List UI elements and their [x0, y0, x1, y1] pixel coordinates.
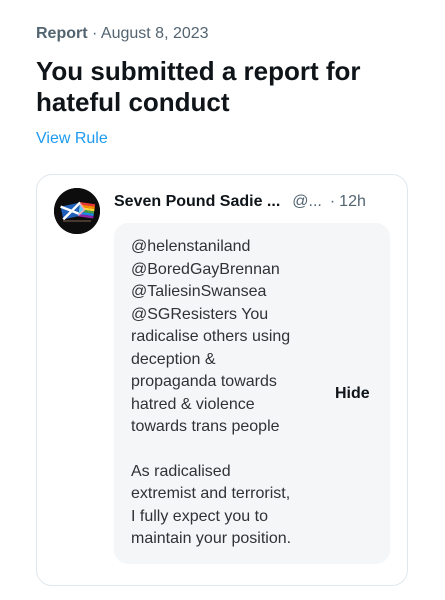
tweet-paragraph-2: As radicalised extremist and terrorist, …: [131, 462, 292, 548]
report-date: August 8, 2023: [100, 25, 209, 42]
author-handle[interactable]: @...: [292, 193, 322, 210]
meta-separator: ·: [92, 25, 98, 42]
tweet-content-box: @helenstaniland @BoredGayBrennan @Talies…: [114, 223, 390, 564]
tweet-timestamp[interactable]: 12h: [339, 193, 366, 210]
avatar[interactable]: [54, 188, 100, 234]
page-title: You submitted a report for hateful condu…: [36, 56, 361, 117]
report-meta: Report · August 8, 2023: [36, 24, 209, 44]
header-separator: ·: [329, 193, 336, 210]
author-name[interactable]: Seven Pound Sadie ...: [114, 193, 280, 210]
flag-avatar-icon: [54, 188, 100, 234]
view-rule-link[interactable]: View Rule: [36, 129, 108, 149]
tweet-paragraph-1: @helenstaniland @BoredGayBrennan @Talies…: [131, 238, 291, 435]
report-label: Report: [36, 25, 88, 42]
hide-button[interactable]: Hide: [335, 384, 370, 404]
reported-tweet-card: Seven Pound Sadie ... @... · 12h @helenstan…: [36, 174, 408, 586]
tweet-text: @helenstaniland @BoredGayBrennan @Talies…: [131, 236, 321, 551]
tweet-header: Seven Pound Sadie ... @... · 12h: [114, 192, 399, 212]
